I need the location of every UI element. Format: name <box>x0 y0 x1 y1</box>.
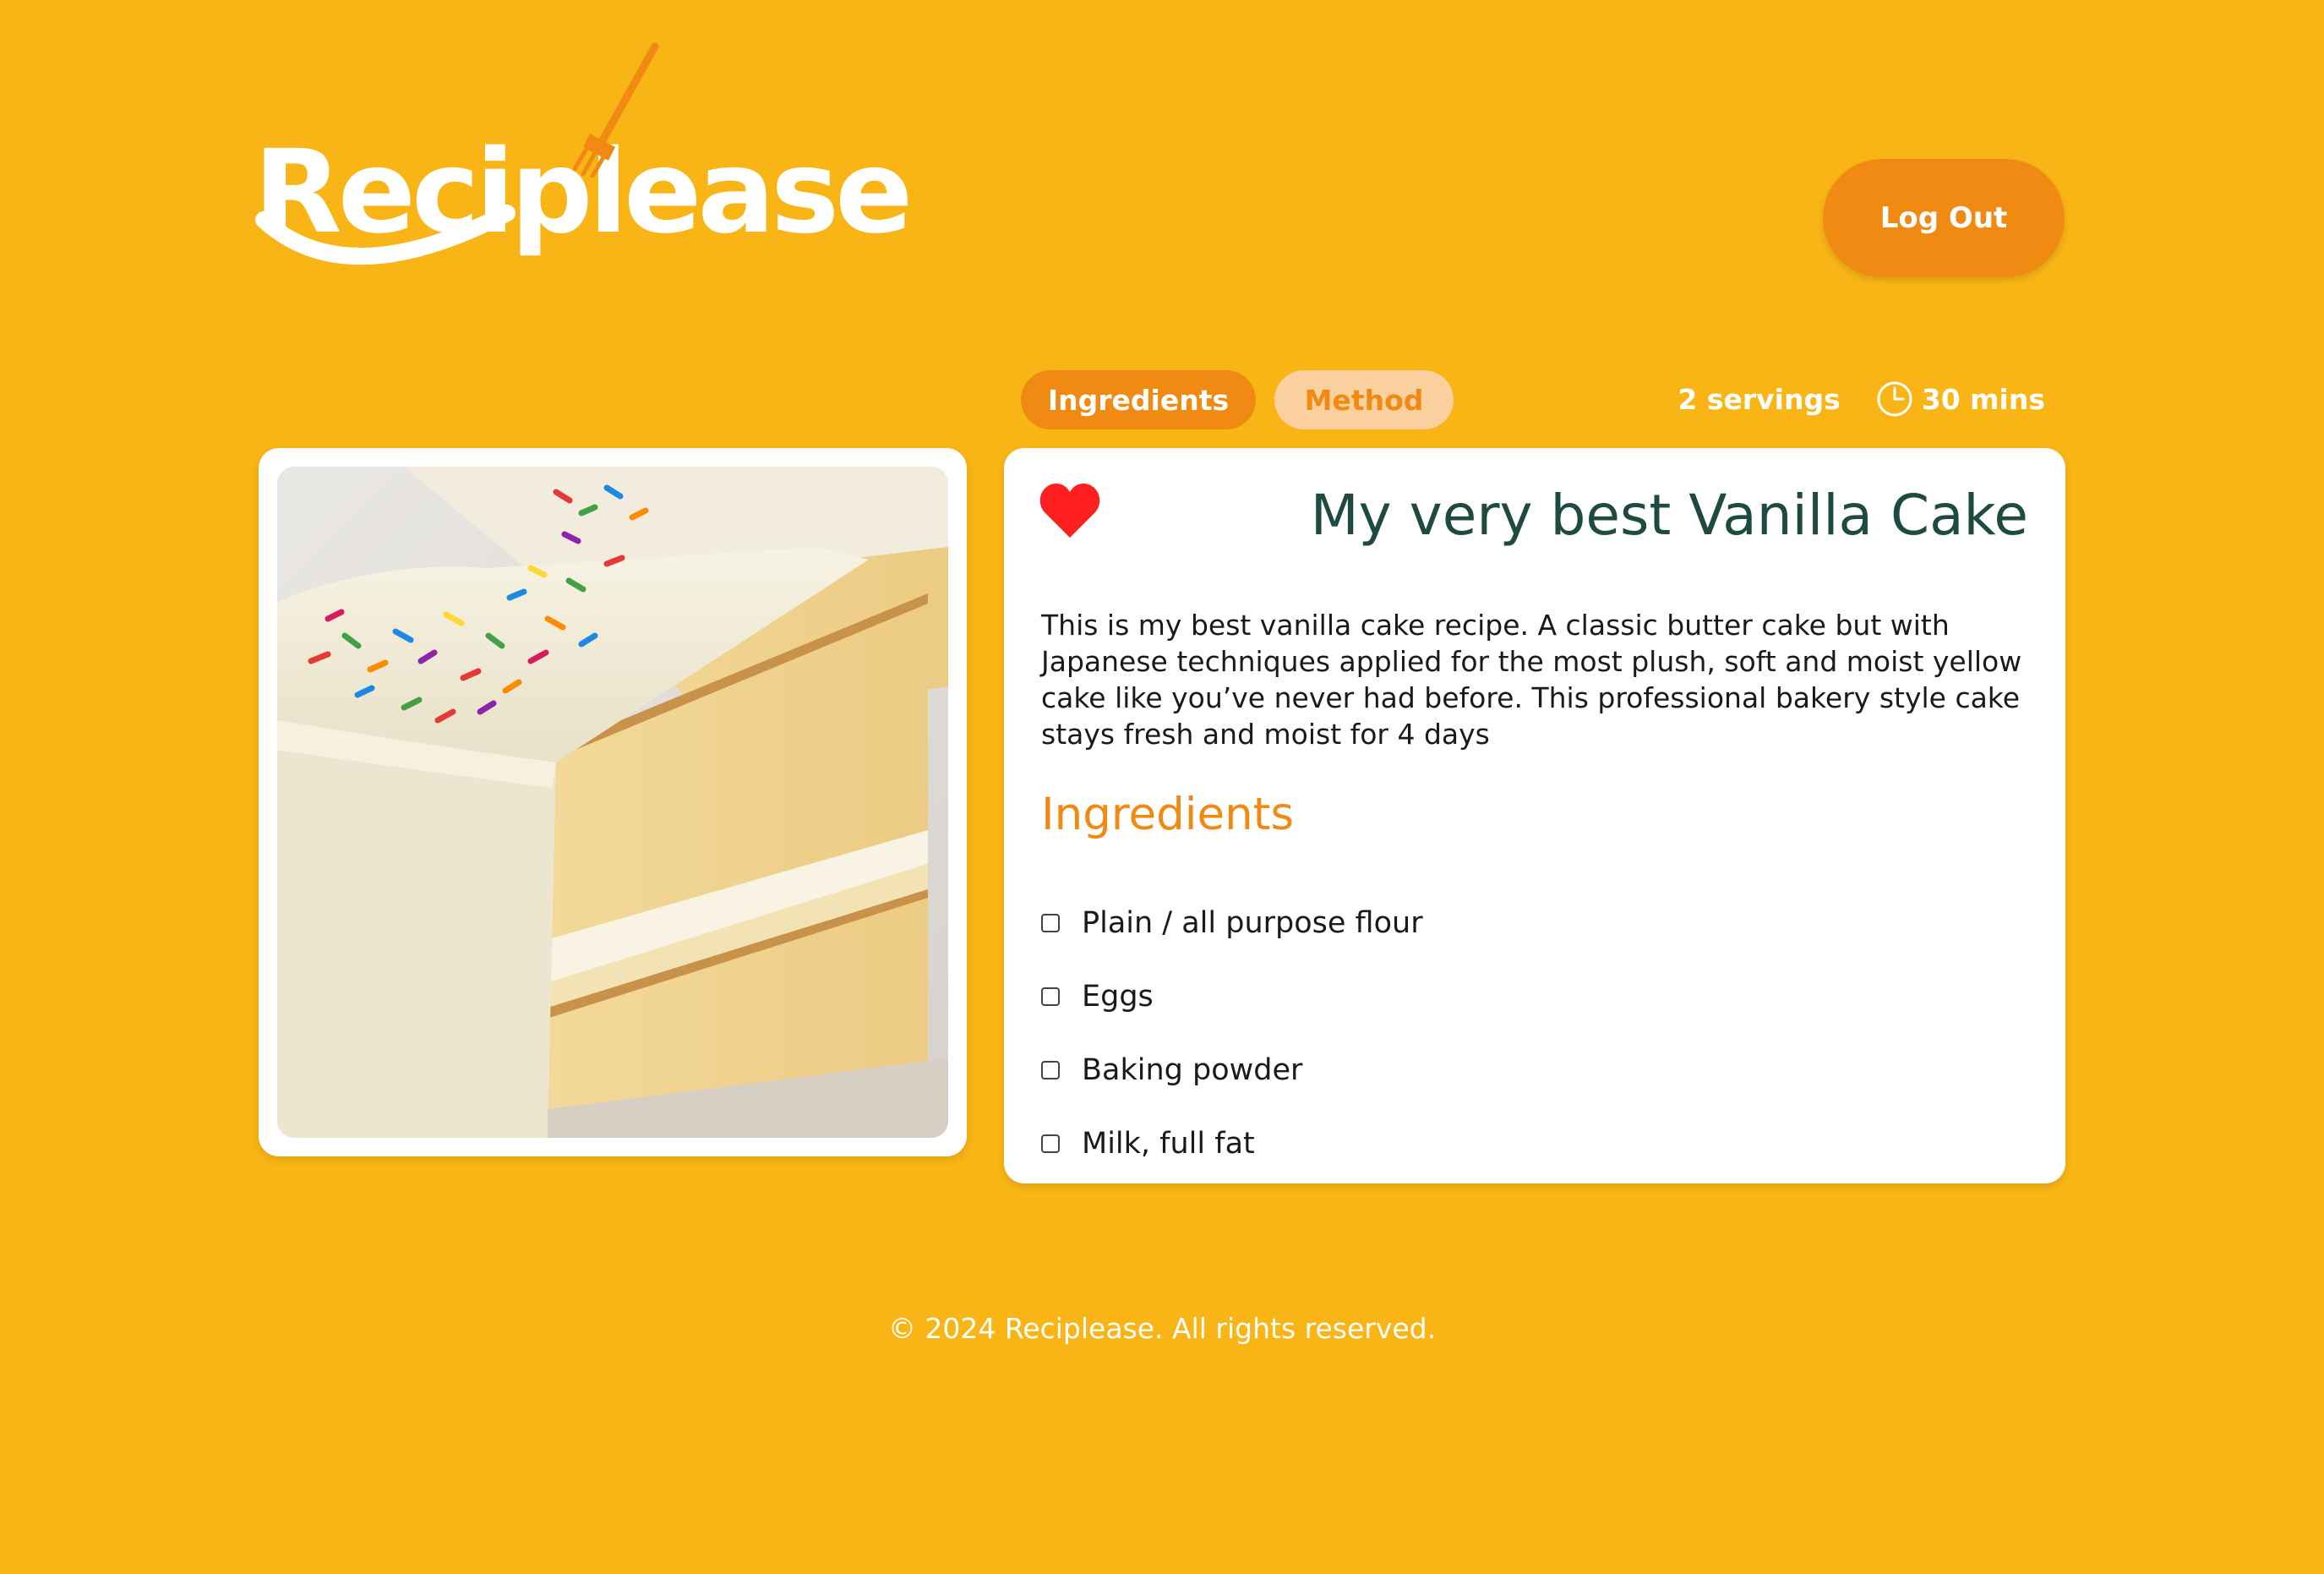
time-label: 30 mins <box>1921 382 2045 416</box>
recipe-meta: 2 servings 30 mins <box>1678 374 2045 424</box>
ingredient-item[interactable]: Milk, full fat <box>1041 1107 1423 1180</box>
tab-ingredients[interactable]: Ingredients <box>1021 370 1256 429</box>
clock-icon <box>1877 381 1912 417</box>
ingredient-label: Baking powder <box>1082 1052 1303 1087</box>
ingredient-label: Plain / all purpose flour <box>1082 905 1423 940</box>
image-card <box>259 448 967 1156</box>
recipe-title: My very best Vanilla Cake <box>1310 483 2028 548</box>
servings-label: 2 servings <box>1678 382 1841 416</box>
footer-copyright: © 2024 Reciplease. All rights reserved. <box>887 1312 1437 1345</box>
ingredient-label: Milk, full fat <box>1082 1126 1255 1161</box>
ingredient-checkbox[interactable] <box>1041 1060 1060 1079</box>
ingredient-label: Eggs <box>1082 979 1154 1014</box>
logout-button[interactable]: Log Out <box>1823 159 2065 277</box>
ingredient-item[interactable]: Eggs <box>1041 959 1423 1033</box>
ingredients-heading: Ingredients <box>1041 789 1295 840</box>
ingredient-item[interactable]: Baking powder <box>1041 1033 1423 1107</box>
recipe-description: This is my best vanilla cake recipe. A c… <box>1041 609 2022 751</box>
logo-swoosh <box>255 205 516 265</box>
ingredient-checkbox[interactable] <box>1041 913 1060 932</box>
heart-icon[interactable] <box>1039 482 1100 539</box>
fork-icon <box>572 42 659 178</box>
cake-photo <box>277 467 948 1138</box>
ingredient-item[interactable]: Plain / all purpose flour <box>1041 886 1423 959</box>
ingredient-list: Plain / all purpose flour Eggs Baking po… <box>1041 886 1423 1180</box>
tab-method[interactable]: Method <box>1274 370 1454 429</box>
ingredient-checkbox[interactable] <box>1041 1134 1060 1153</box>
ingredient-checkbox[interactable] <box>1041 986 1060 1006</box>
recipe-card: My very best Vanilla Cake This is my bes… <box>1004 448 2065 1183</box>
